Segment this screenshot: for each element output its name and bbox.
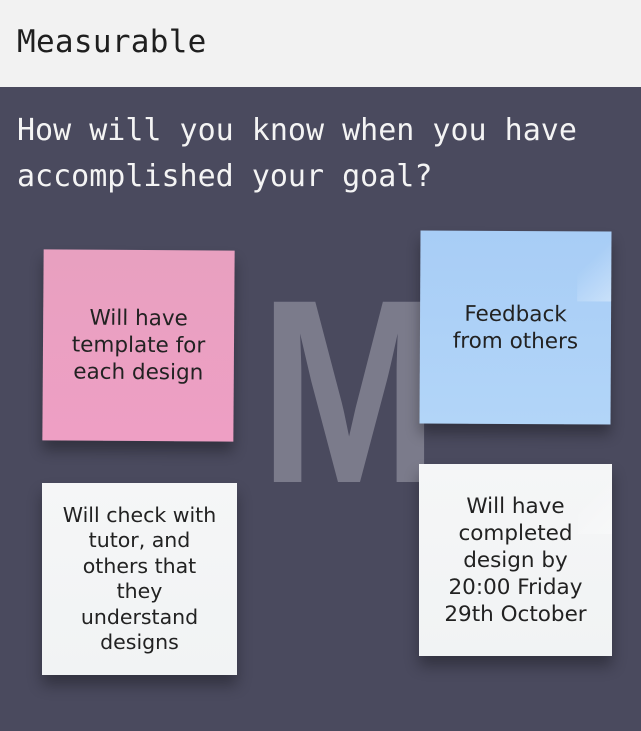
sticky-note-feedback[interactable]: Feedback from others: [419, 230, 612, 425]
page-title: Measurable: [17, 24, 207, 60]
sticky-note-text: Will have completed design by 20:00 Frid…: [444, 493, 587, 627]
big-letter: M: [259, 245, 439, 538]
sticky-note-check-tutor[interactable]: Will check with tutor, and others that t…: [42, 483, 237, 675]
sticky-note-text: Feedback from others: [452, 301, 579, 354]
sticky-note-deadline[interactable]: Will have completed design by 20:00 Frid…: [419, 464, 612, 656]
sticky-note-text: Will check with tutor, and others that t…: [62, 502, 217, 655]
header-bar: Measurable: [0, 0, 641, 87]
sticky-note-text: Will have template for each design: [71, 305, 206, 386]
sticky-note-template[interactable]: Will have template for each design: [42, 249, 235, 442]
question-text: How will you know when you have accompli…: [17, 113, 577, 194]
